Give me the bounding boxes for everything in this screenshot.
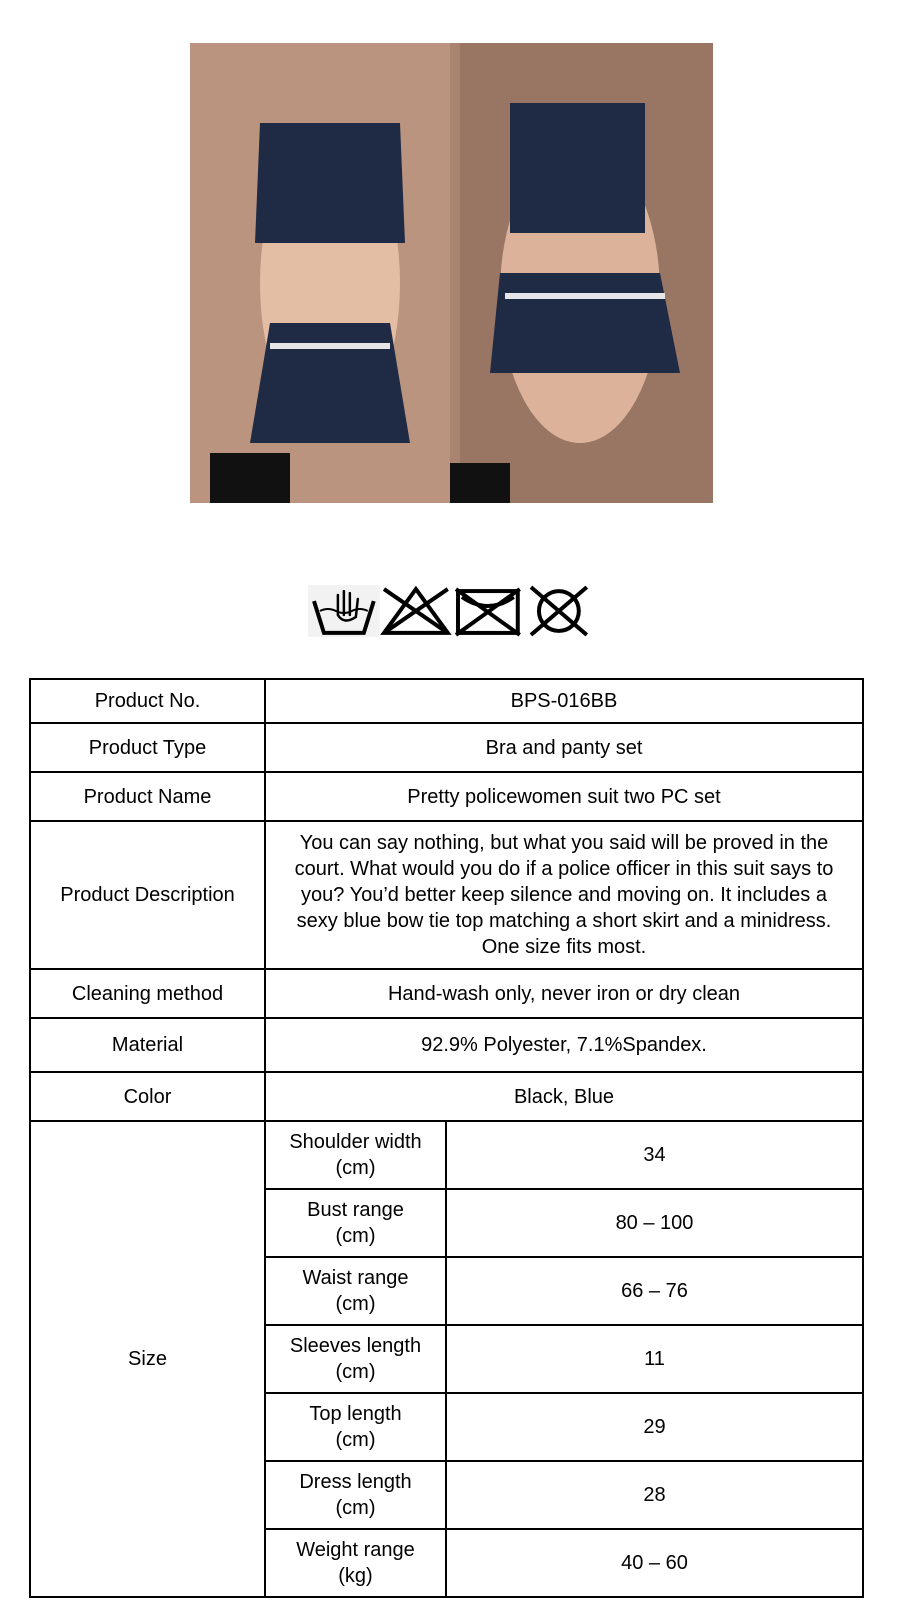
product-name-label: Product Name	[29, 771, 266, 822]
care-icons	[308, 585, 595, 637]
size-measure-name: Dress length	[299, 1471, 412, 1493]
color-value: Black, Blue	[264, 1071, 864, 1122]
material-value: 92.9% Polyester, 7.1%Spandex.	[264, 1017, 864, 1073]
size-measure-unit: (cm)	[335, 1293, 376, 1315]
table-row: Product Type Bra and panty set	[29, 722, 864, 773]
product-name-value: Pretty policewomen suit two PC set	[264, 771, 864, 822]
cleaning-method-label: Cleaning method	[29, 968, 266, 1019]
product-photo	[190, 43, 713, 503]
table-row: Color Black, Blue	[29, 1071, 864, 1122]
product-no-value: BPS-016BB	[264, 678, 864, 724]
product-photo-illustration	[190, 43, 713, 503]
size-measure-name: Weight range	[296, 1539, 415, 1561]
size-measure-value: 66 – 76	[445, 1256, 864, 1326]
size-measure-unit: (cm)	[335, 1361, 376, 1383]
table-row: Product Name Pretty policewomen suit two…	[29, 771, 864, 822]
product-type-label: Product Type	[29, 722, 266, 773]
size-measure-unit: (kg)	[338, 1565, 373, 1587]
material-label: Material	[29, 1017, 266, 1073]
table-row: Cleaning method Hand-wash only, never ir…	[29, 968, 864, 1019]
table-row: Product Description You can say nothing,…	[29, 820, 864, 970]
size-measure-name: Shoulder width	[289, 1131, 422, 1153]
size-measure-unit: (cm)	[335, 1225, 376, 1247]
size-measure-name: Top length	[309, 1403, 402, 1425]
size-measure-value: 11	[445, 1324, 864, 1394]
size-measure-name: Waist range	[302, 1267, 409, 1289]
no-dry-clean-icon	[529, 585, 589, 637]
size-measure-unit: (cm)	[335, 1429, 376, 1451]
product-type-value: Bra and panty set	[264, 722, 864, 773]
size-measure-name: Bust range	[307, 1199, 404, 1221]
no-bleach-icon	[379, 585, 452, 635]
size-measure-label: Sleeves length (cm)	[264, 1324, 447, 1394]
size-measure-label: Weight range (kg)	[264, 1528, 447, 1598]
size-measure-label: Dress length (cm)	[264, 1460, 447, 1530]
size-measure-value: 34	[445, 1120, 864, 1190]
color-label: Color	[29, 1071, 266, 1122]
size-measure-value: 80 – 100	[445, 1188, 864, 1258]
size-measure-label: Shoulder width (cm)	[264, 1120, 447, 1190]
size-measure-label: Bust range (cm)	[264, 1188, 447, 1258]
size-measure-label: Top length (cm)	[264, 1392, 447, 1462]
size-measure-unit: (cm)	[335, 1497, 376, 1519]
size-measure-name: Sleeves length	[289, 1335, 422, 1357]
size-measure-label: Waist range (cm)	[264, 1256, 447, 1326]
size-label: Size	[29, 1120, 266, 1598]
product-description-label: Product Description	[29, 820, 266, 970]
product-description-value: You can say nothing, but what you said w…	[264, 820, 864, 970]
size-measure-value: 29	[445, 1392, 864, 1462]
hand-wash-icon	[308, 585, 380, 637]
table-row: Material 92.9% Polyester, 7.1%Spandex.	[29, 1017, 864, 1073]
size-measure-value: 40 – 60	[445, 1528, 864, 1598]
table-row: Product No. BPS-016BB	[29, 678, 864, 724]
size-measure-unit: (cm)	[335, 1157, 376, 1179]
no-tumble-dry-icon	[454, 587, 521, 637]
cleaning-method-value: Hand-wash only, never iron or dry clean	[264, 968, 864, 1019]
table-row: Size Shoulder width (cm) 34	[29, 1120, 864, 1598]
product-spec-table: Product No. BPS-016BB Product Type Bra a…	[29, 678, 864, 1598]
size-measure-value: 28	[445, 1460, 864, 1530]
product-no-label: Product No.	[29, 678, 266, 724]
